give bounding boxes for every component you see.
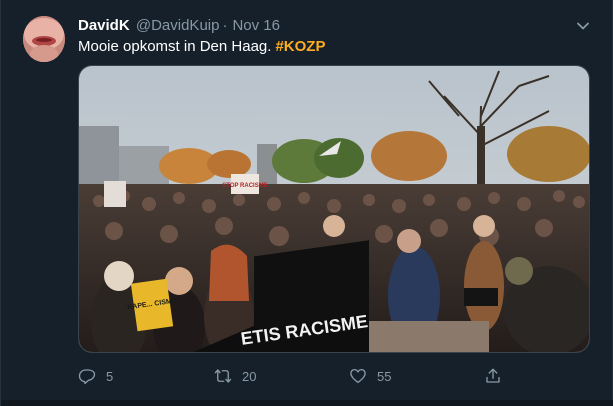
camera: [464, 288, 498, 306]
share-icon: [484, 367, 502, 385]
share-button[interactable]: [484, 365, 502, 387]
person-head: [323, 215, 345, 237]
reply-button[interactable]: 5: [78, 365, 113, 387]
hashtag-link[interactable]: #KOZP: [275, 38, 325, 55]
like-count: 55: [377, 368, 392, 384]
person-head: [104, 261, 134, 291]
chevron-down-icon[interactable]: [574, 17, 592, 35]
divider: [1, 400, 613, 406]
person: [464, 241, 504, 331]
red-hair: [209, 244, 249, 301]
tree: [371, 131, 447, 181]
heart-icon: [349, 367, 367, 385]
ground: [369, 321, 489, 352]
separator-dot: ·: [222, 17, 228, 34]
person-head: [165, 267, 193, 295]
avatar[interactable]: [23, 16, 65, 62]
reply-icon: [78, 367, 96, 385]
retweet-count: 20: [242, 368, 257, 384]
tweet-date[interactable]: Nov 16: [232, 17, 280, 34]
tweet-text: Mooie opkomst in Den Haag. #KOZP: [78, 37, 325, 57]
author-handle[interactable]: @DavidKuip: [136, 17, 220, 34]
person-head: [473, 215, 495, 237]
building: [79, 126, 119, 186]
tree-trunk: [477, 126, 485, 186]
tweet-photo[interactable]: STOP RACISME KAPE... CISME ETIS RACISME: [78, 65, 590, 353]
author-name[interactable]: DavidK: [78, 17, 130, 34]
tweet-header: DavidK @DavidKuip · Nov 16: [78, 16, 280, 36]
tweet-card[interactable]: DavidK @DavidKuip · Nov 16 Mooie opkomst i…: [0, 0, 613, 406]
retweet-button[interactable]: 20: [214, 365, 256, 387]
reply-count: 5: [106, 368, 114, 384]
person-head: [505, 257, 533, 285]
retweet-icon: [214, 367, 232, 385]
tweet-actions: 5 20 55: [78, 365, 508, 387]
tree: [507, 126, 589, 182]
person-head: [397, 229, 421, 253]
sign-white: [104, 181, 126, 207]
sign-stop-text: STOP RACISME: [222, 183, 267, 189]
tree: [207, 150, 251, 178]
tweet-body: Mooie opkomst in Den Haag.: [78, 38, 272, 55]
like-button[interactable]: 55: [349, 365, 391, 387]
